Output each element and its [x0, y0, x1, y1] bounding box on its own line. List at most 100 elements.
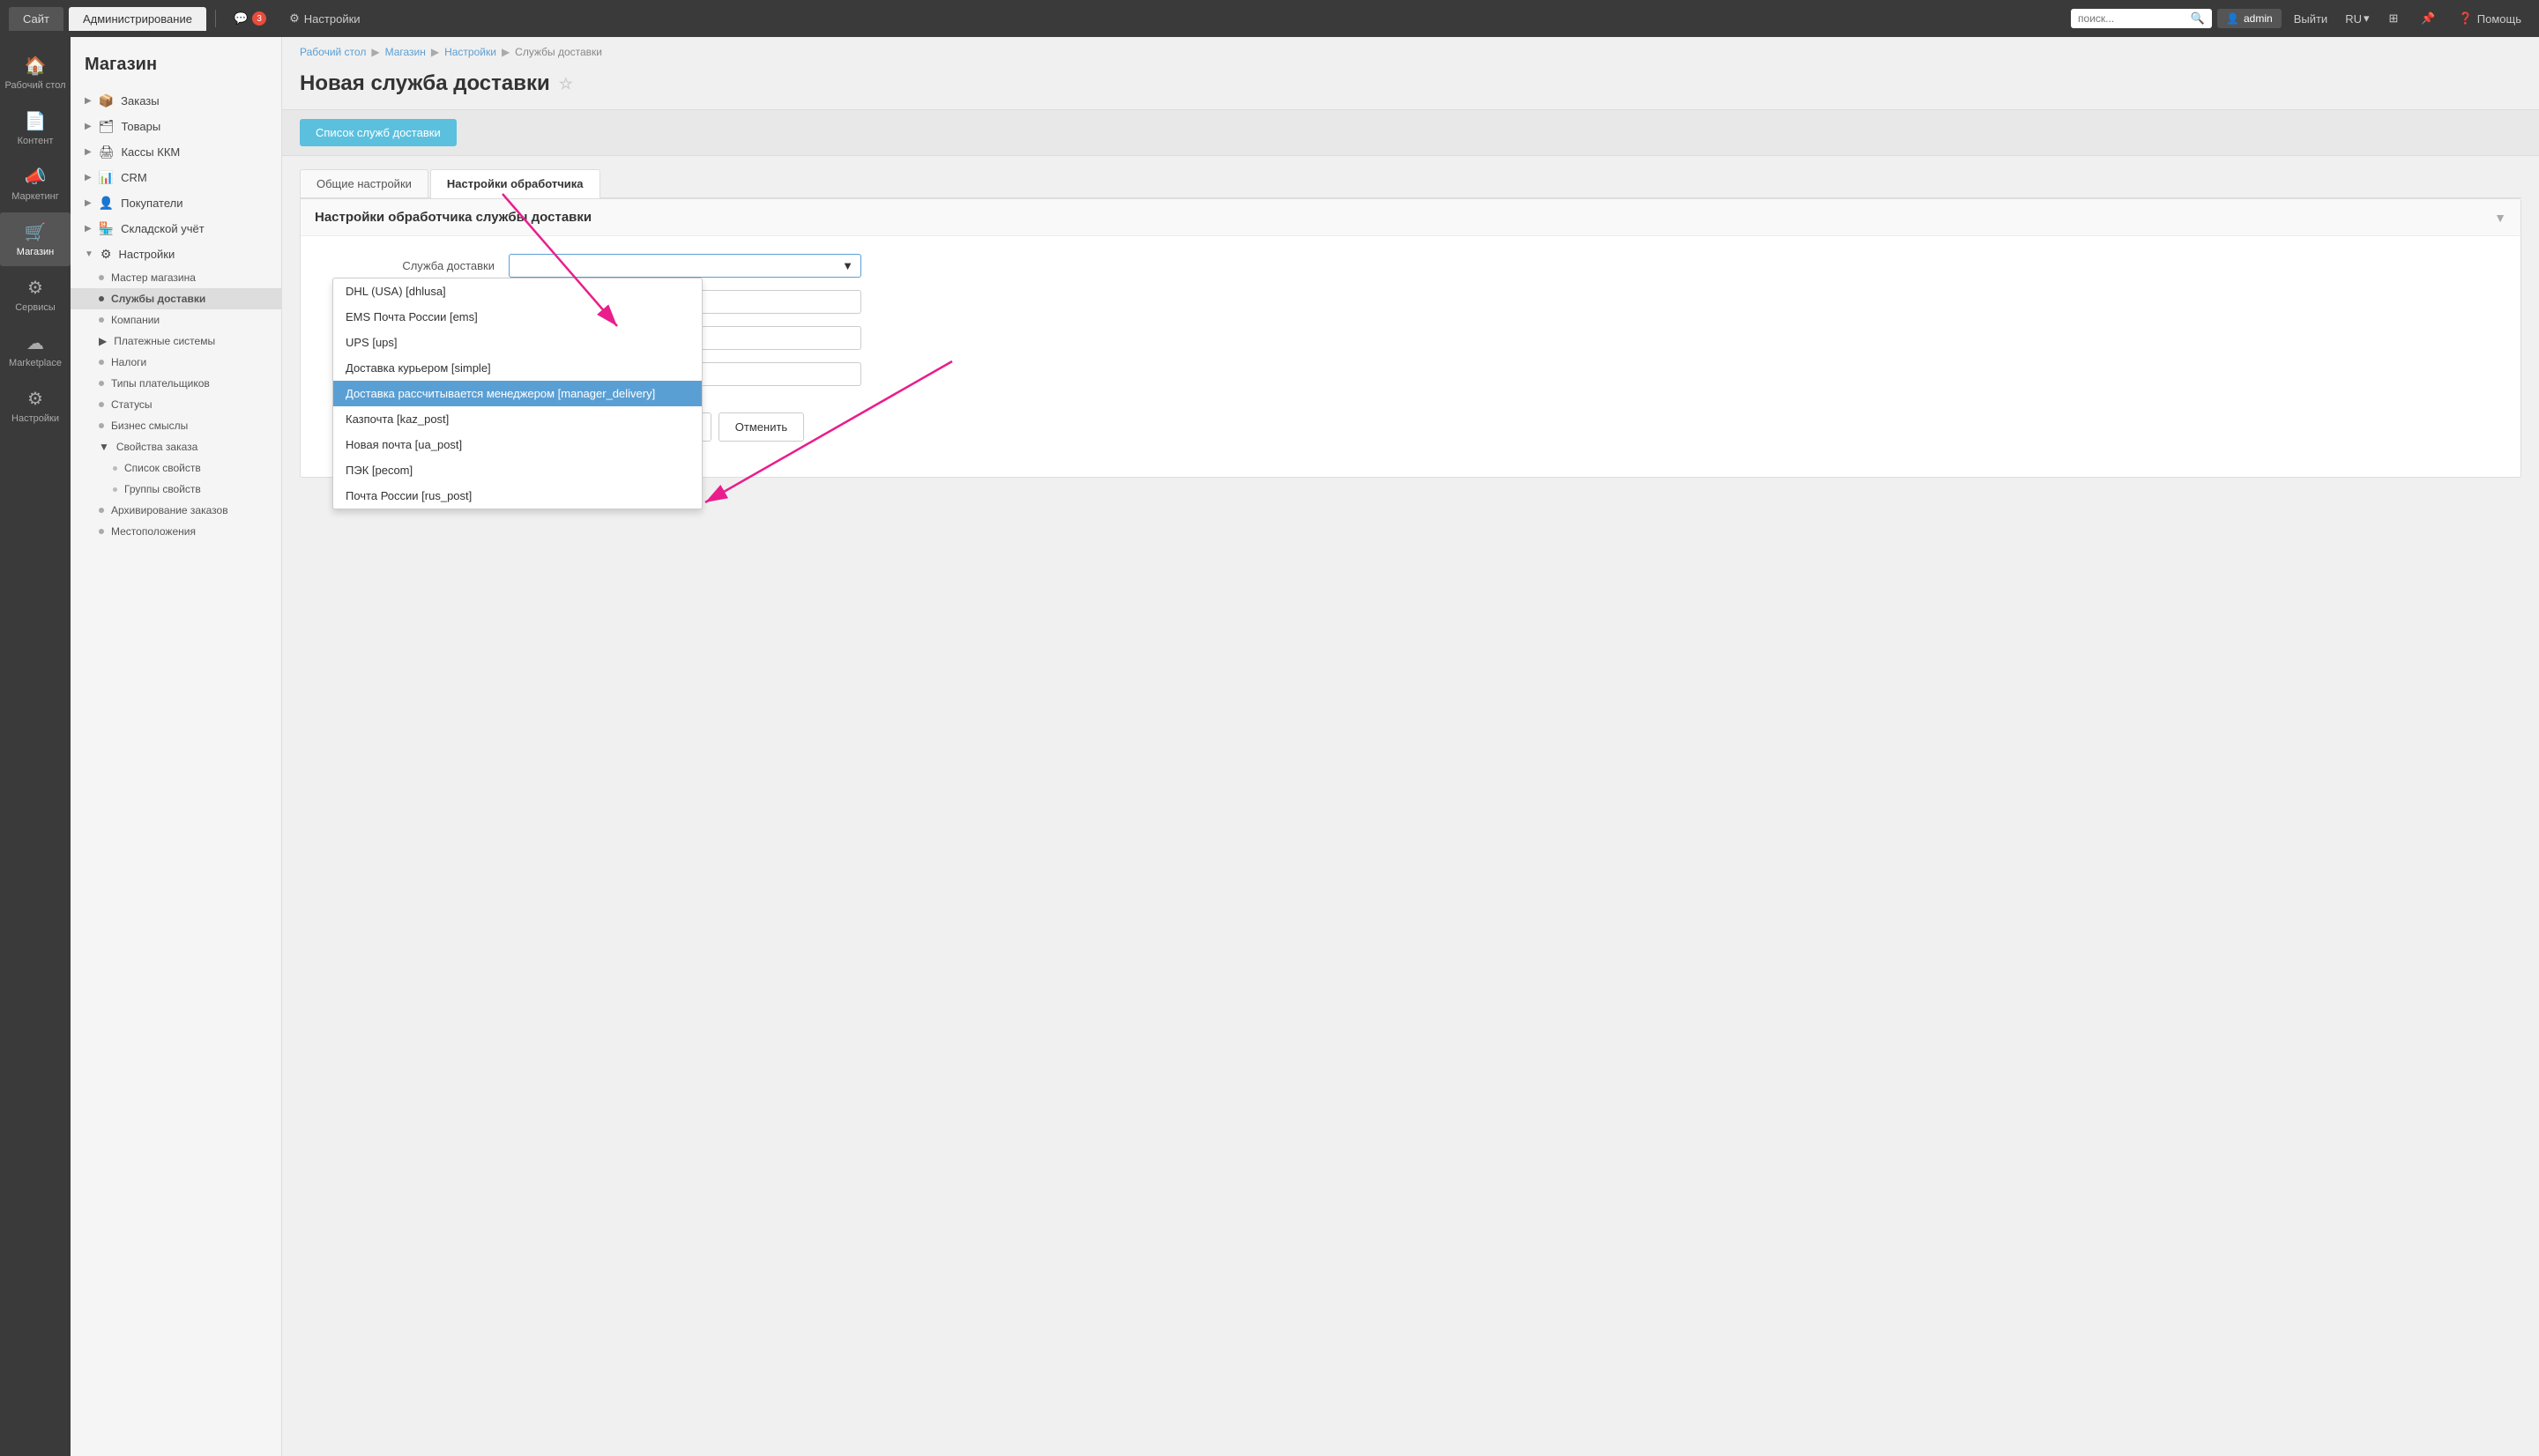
- dot-icon: [99, 508, 104, 513]
- page-header: Новая служба доставки ☆: [282, 67, 2539, 109]
- sidebar-item-settings-group[interactable]: ▼ ⚙ Настройки: [71, 241, 281, 267]
- left-nav: 🏠 Рабочий стол 📄 Контент 📣 Маркетинг 🛒 М…: [0, 37, 71, 1456]
- search-bar[interactable]: 🔍: [2071, 9, 2212, 28]
- sidebar-label-kkm: Кассы ККМ: [121, 145, 180, 159]
- settings-group-icon: ⚙: [101, 247, 112, 262]
- sidebar-item-warehouse[interactable]: ▶ 🏪 Складской учёт: [71, 216, 281, 241]
- layout-btn[interactable]: ⊞: [2380, 8, 2408, 29]
- sidebar-sub-payment[interactable]: ▶ Платежные системы: [71, 331, 281, 352]
- section-header[interactable]: Настройки обработчика службы доставки ▼: [301, 199, 2520, 236]
- sidebar-label-payer-types: Типы плательщиков: [111, 377, 210, 390]
- breadcrumb-settings[interactable]: Настройки: [444, 46, 496, 58]
- sidebar-item-kkm[interactable]: ▶ 🖨 Кассы ККМ: [71, 139, 281, 165]
- pin-topbar-btn[interactable]: 📌: [2412, 8, 2444, 29]
- sidebar-sub-statuses[interactable]: Статусы: [71, 394, 281, 415]
- sidebar-label-locations: Местоположения: [111, 525, 196, 538]
- dot-icon: [99, 275, 104, 280]
- collapse-arrow-icon: ▼: [2494, 211, 2506, 225]
- sidebar-sub-locations[interactable]: Местоположения: [71, 521, 281, 542]
- sidebar-title: Магазин: [71, 46, 281, 88]
- nav-item-shop[interactable]: 🛒 Магазин: [0, 212, 71, 266]
- divider: [215, 10, 216, 27]
- sidebar-item-orders[interactable]: ▶ 📦 Заказы: [71, 88, 281, 114]
- lang-btn[interactable]: RU ▾: [2340, 8, 2374, 29]
- dropdown-item-kaz[interactable]: Казпочта [kaz_post]: [333, 406, 702, 432]
- delivery-list-button[interactable]: Список служб доставки: [300, 119, 457, 146]
- nav-item-services[interactable]: ⚙ Сервисы: [0, 268, 71, 322]
- dropdown-item-ups[interactable]: UPS [ups]: [333, 330, 702, 355]
- admin-btn[interactable]: 👤 admin: [2217, 9, 2282, 28]
- dropdown-item-rus[interactable]: Почта России [rus_post]: [333, 483, 702, 509]
- sidebar-label-props-list: Список свойств: [124, 462, 201, 474]
- user-icon: 👤: [2226, 12, 2239, 25]
- chevron-right-icon: ▶: [85, 122, 92, 131]
- nav-label-content: Контент: [18, 136, 54, 146]
- orders-icon: 📦: [99, 93, 114, 108]
- sidebar-item-crm[interactable]: ▶ 📊 CRM: [71, 165, 281, 190]
- nav-item-marketplace[interactable]: ☁ Marketplace: [0, 323, 71, 377]
- notifications-btn[interactable]: 💬 3: [225, 8, 275, 29]
- chevron-down-icon: ▼: [85, 249, 93, 259]
- dropdown-item-simple[interactable]: Доставка курьером [simple]: [333, 355, 702, 381]
- nav-label-settings: Настройки: [11, 413, 59, 424]
- breadcrumb: Рабочий стол ▶ Магазин ▶ Настройки ▶ Слу…: [282, 37, 2539, 67]
- content-area: Рабочий стол ▶ Магазин ▶ Настройки ▶ Слу…: [282, 37, 2539, 1456]
- settings-icon: ⚙: [27, 388, 43, 410]
- sidebar-label-warehouse: Складской учёт: [121, 222, 205, 235]
- breadcrumb-delivery: Службы доставки: [515, 46, 602, 58]
- sidebar-sub-taxes[interactable]: Налоги: [71, 352, 281, 373]
- tab-handler[interactable]: Настройки обработчика: [430, 169, 600, 198]
- nav-item-content[interactable]: 📄 Контент: [0, 101, 71, 155]
- sidebar-sub-companies[interactable]: Компании: [71, 309, 281, 331]
- sidebar-label-delivery: Службы доставки: [111, 293, 205, 305]
- sidebar-item-products[interactable]: ▶ 🗂 Товары: [71, 114, 281, 139]
- chevron-right-icon: ▶: [99, 335, 107, 347]
- sidebar-sub-order-props[interactable]: ▼ Свойства заказа: [71, 436, 281, 457]
- dropdown-item-manager[interactable]: Доставка рассчитывается менеджером [mana…: [333, 381, 702, 406]
- sidebar-sub-shop-wizard[interactable]: Мастер магазина: [71, 267, 281, 288]
- dropdown-item-ua[interactable]: Новая почта [ua_post]: [333, 432, 702, 457]
- dropdown-item-dhl[interactable]: DHL (USA) [dhlusa]: [333, 279, 702, 304]
- page-title: Новая служба доставки: [300, 71, 550, 96]
- dropdown-item-ems[interactable]: EMS Почта России [ems]: [333, 304, 702, 330]
- tab-site[interactable]: Сайт: [9, 7, 63, 31]
- sidebar-label-settings-group: Настройки: [118, 248, 175, 261]
- sidebar-sub-delivery[interactable]: Службы доставки: [71, 288, 281, 309]
- sidebar-sub-payer-types[interactable]: Типы плательщиков: [71, 373, 281, 394]
- sidebar-sub-props-groups[interactable]: Группы свойств: [71, 479, 281, 500]
- nav-item-marketing[interactable]: 📣 Маркетинг: [0, 157, 71, 211]
- help-btn[interactable]: ❓ Помощь: [2450, 8, 2530, 29]
- breadcrumb-shop[interactable]: Магазин: [385, 46, 426, 58]
- settings-topbar-btn[interactable]: ⚙ Настройки: [280, 8, 369, 29]
- tab-general[interactable]: Общие настройки: [300, 169, 428, 197]
- sidebar-label-companies: Компании: [111, 314, 160, 326]
- help-label: Помощь: [2477, 12, 2521, 26]
- nav-item-dashboard[interactable]: 🏠 Рабочий стол: [0, 46, 71, 100]
- kkm-icon: 🖨: [99, 145, 115, 160]
- sidebar: Магазин ▶ 📦 Заказы ▶ 🗂 Товары ▶ 🖨 Кассы …: [71, 37, 282, 1456]
- tab-admin[interactable]: Администрирование: [69, 7, 206, 31]
- gear-icon: ⚙: [289, 11, 300, 26]
- sidebar-sub-business[interactable]: Бизнес смыслы: [71, 415, 281, 436]
- sidebar-sub-props-list[interactable]: Список свойств: [71, 457, 281, 479]
- dropdown-item-pek[interactable]: ПЭК [pecom]: [333, 457, 702, 483]
- crm-icon: 📊: [99, 170, 114, 185]
- delivery-dropdown-menu: DHL (USA) [dhlusa] EMS Почта России [ems…: [332, 278, 703, 509]
- dot-icon: [99, 402, 104, 407]
- cancel-button[interactable]: Отменить: [719, 412, 804, 442]
- sidebar-sub-archive[interactable]: Архивирование заказов: [71, 500, 281, 521]
- breadcrumb-sep: ▶: [431, 46, 439, 58]
- nav-item-settings[interactable]: ⚙ Настройки: [0, 379, 71, 433]
- search-input[interactable]: [2078, 12, 2186, 25]
- handler-section: Настройки обработчика службы доставки ▼ …: [300, 198, 2521, 478]
- shop-icon: 🛒: [25, 221, 47, 243]
- star-icon[interactable]: ☆: [559, 75, 573, 93]
- logout-btn[interactable]: Выйти: [2287, 9, 2335, 29]
- sidebar-item-buyers[interactable]: ▶ 👤 Покупатели: [71, 190, 281, 216]
- action-bar: Список служб доставки: [282, 109, 2539, 156]
- dot-icon: [113, 466, 117, 471]
- dot-icon: [99, 529, 104, 534]
- breadcrumb-dashboard[interactable]: Рабочий стол: [300, 46, 366, 58]
- delivery-service-select[interactable]: ▼: [509, 254, 861, 278]
- delivery-service-label: Служба доставки: [315, 259, 509, 272]
